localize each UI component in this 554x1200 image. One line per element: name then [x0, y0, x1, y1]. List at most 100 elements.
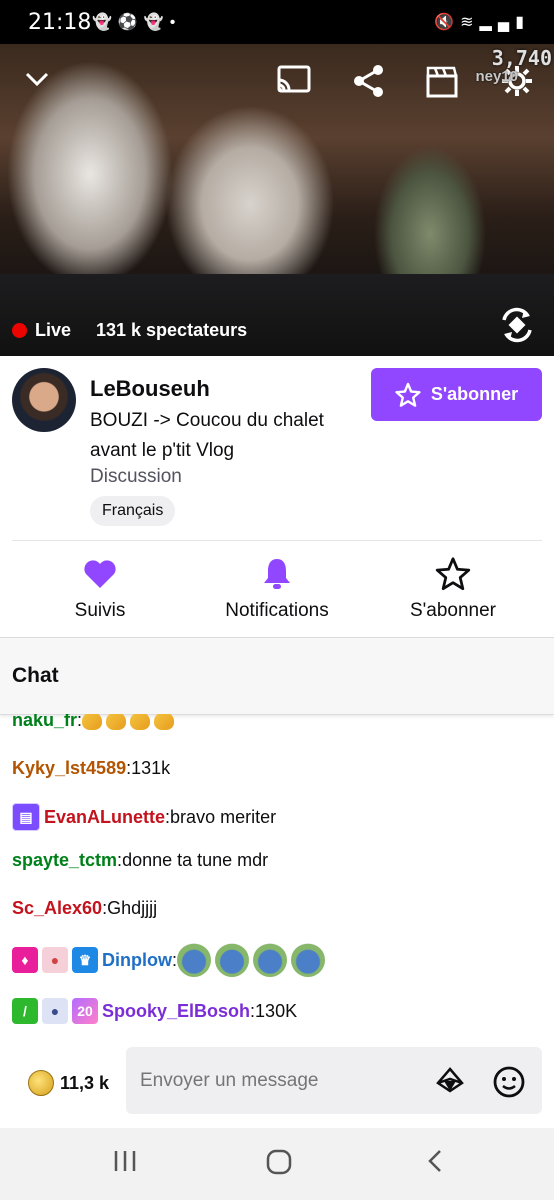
chat-username[interactable]: Sc_Alex60	[12, 898, 102, 919]
live-indicator: Live	[12, 320, 71, 341]
smiley-icon	[493, 1066, 525, 1098]
subscriber-months-badge: 20	[72, 998, 98, 1024]
divider	[12, 540, 542, 541]
chat-text: bravo meriter	[170, 806, 277, 827]
clip-button[interactable]	[426, 64, 458, 98]
star-icon	[395, 382, 421, 407]
bits-count: 11,3 k	[60, 1072, 110, 1093]
recent-apps-icon	[114, 1151, 136, 1171]
clap-emoji-icon	[106, 714, 127, 730]
chat-message: naku_fr:	[12, 714, 178, 731]
snapchat-icon: 👻	[143, 14, 170, 31]
chat-username[interactable]: Kyky_lst4589	[12, 758, 126, 779]
system-nav-bar	[0, 1128, 554, 1200]
stream-watermark: ney10	[475, 68, 518, 85]
crown-badge-icon: ♛	[72, 947, 98, 973]
chat-message: ♦ ● ♛ Dinplow:	[12, 943, 329, 977]
status-bar: 21:18 👻⚽👻• 🔇≋▂▄▮	[0, 0, 554, 44]
stitch-emote-icon	[177, 943, 212, 977]
stream-category[interactable]: Discussion	[90, 466, 182, 488]
chat-header: Chat	[0, 637, 554, 715]
clapperboard-icon	[426, 66, 458, 98]
viewer-count: 131 k spectateurs	[96, 320, 248, 340]
dot-icon: •	[169, 14, 182, 31]
chat-text: 131k	[131, 758, 171, 778]
channel-info: LeBouseuh BOUZI -> Coucou du chalet avan…	[0, 356, 554, 636]
subscribe-button-label: S'abonner	[430, 384, 519, 404]
bits-coin-icon	[28, 1070, 54, 1096]
rotate-button[interactable]	[500, 306, 534, 344]
cast-icon	[277, 65, 311, 93]
soccer-ball-icon: ⚽	[117, 14, 144, 31]
live-dot-icon	[12, 323, 27, 338]
chat-message: spayte_tctm: donne ta tune mdr	[12, 850, 269, 871]
follow-button[interactable]: Suivis	[20, 554, 180, 622]
language-tag[interactable]: Français	[90, 496, 176, 526]
animal-badge-icon: ●	[42, 998, 68, 1024]
notification-icons: 👻⚽👻•	[92, 12, 181, 32]
star-outline-icon	[435, 557, 471, 591]
chat-username[interactable]: naku_fr	[12, 714, 77, 731]
subscribe-action-label: S'abonner	[409, 600, 497, 621]
home-button[interactable]	[265, 1148, 293, 1181]
clap-emoji-icon	[154, 714, 175, 730]
chat-title: Chat	[12, 664, 59, 687]
heart-icon	[84, 560, 116, 588]
subscribe-action-button[interactable]: S'abonner	[373, 554, 533, 622]
share-icon	[354, 65, 383, 97]
notifications-button[interactable]: Notifications	[197, 554, 357, 622]
wifi-icon: ≋	[460, 14, 480, 31]
channel-name[interactable]: LeBouseuh	[90, 376, 210, 402]
live-label: Live	[35, 320, 72, 340]
notifications-label: Notifications	[225, 600, 329, 621]
clap-emoji-icon	[130, 714, 151, 730]
chat-text: donne ta tune mdr	[122, 850, 269, 870]
rotate-screen-icon	[502, 307, 532, 343]
recent-apps-button[interactable]	[112, 1148, 138, 1179]
bell-icon	[264, 559, 290, 589]
message-input[interactable]	[138, 1069, 432, 1093]
subscribe-button[interactable]: S'abonner	[371, 368, 542, 421]
stitch-emote-icon	[291, 943, 326, 977]
emote-picker-button[interactable]	[492, 1065, 526, 1104]
chat-message: Kyky_lst4589: 131k	[12, 758, 171, 779]
chat-username[interactable]: Spooky_ElBosoh	[102, 1001, 250, 1022]
back-icon	[428, 1150, 441, 1172]
chat-username[interactable]: EvanALunette	[44, 807, 165, 828]
chevron-down-icon	[25, 72, 49, 87]
battery-icon: ▮	[515, 14, 530, 31]
share-button[interactable]	[352, 64, 386, 98]
bits-button[interactable]: 11,3 k	[28, 1070, 109, 1096]
home-icon	[266, 1149, 292, 1175]
chat-composer: 11,3 k	[0, 1044, 554, 1128]
chat-text: 130K	[255, 1000, 298, 1021]
follow-label: Suivis	[74, 600, 126, 621]
mute-icon: 🔇	[434, 14, 461, 31]
stream-title: BOUZI -> Coucou du chalet avant le p'tit…	[90, 410, 324, 461]
chat-text: Ghdjjjj	[107, 898, 158, 918]
video-foreground	[0, 274, 554, 356]
avatar[interactable]	[12, 368, 76, 432]
clock: 21:18	[28, 10, 92, 35]
animal-badge-icon: ●	[42, 947, 68, 973]
prime-badge-icon: ♦	[12, 947, 38, 973]
clap-emoji-icon	[82, 714, 103, 730]
chat-message: ▤ EvanALunette: bravo meriter	[12, 803, 276, 831]
cheer-button[interactable]	[436, 1067, 464, 1100]
snapchat-icon: 👻	[92, 14, 118, 31]
message-box[interactable]	[126, 1047, 542, 1114]
cast-button[interactable]	[276, 64, 312, 96]
sword-badge-icon: /	[12, 998, 38, 1024]
bits-diamond-icon	[436, 1067, 464, 1093]
chat-message: / ● 20 Spooky_ElBosoh: 130K	[12, 998, 297, 1024]
chat-message: Sc_Alex60: Ghdjjjj	[12, 898, 158, 919]
overlay-viewer-count: 3,740	[491, 46, 552, 70]
video-player[interactable]: 3,740 ney10 Live 131 k spectateurs	[0, 44, 554, 356]
collapse-button[interactable]	[24, 66, 50, 92]
chat-list[interactable]: naku_fr: Kyky_lst4589: 131k ▤ EvanALunet…	[0, 714, 554, 1044]
signal-icon: ▂▄	[479, 14, 516, 31]
system-icons: 🔇≋▂▄▮	[434, 12, 530, 32]
back-button[interactable]	[424, 1148, 448, 1179]
chat-username[interactable]: Dinplow	[102, 950, 172, 971]
chat-username[interactable]: spayte_tctm	[12, 850, 117, 871]
